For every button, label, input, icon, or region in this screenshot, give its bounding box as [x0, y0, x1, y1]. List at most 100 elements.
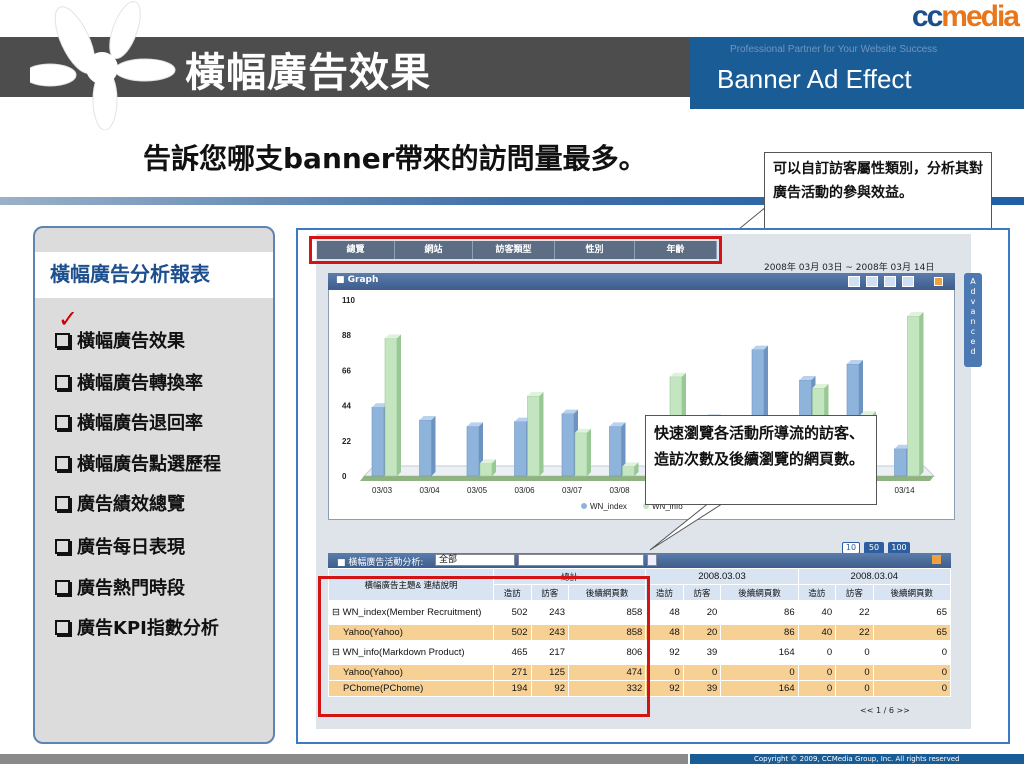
y-tick-label: 44: [342, 402, 351, 411]
bar-WN_index-03/08: [609, 426, 622, 477]
close-panel-icon[interactable]: [934, 277, 943, 286]
col-group-0304: 2008.03.04: [797, 568, 952, 585]
y-tick-label: 22: [342, 437, 351, 446]
tabs-highlight-box: [309, 236, 722, 264]
legend-label: WN_index: [590, 502, 627, 511]
col-header: 後續網頁數: [872, 584, 952, 601]
bar-WN_index-03/03: [371, 406, 385, 477]
bar-WN_index-03/14: [894, 448, 907, 477]
table-cell: 22: [835, 600, 874, 625]
legend-marker: [581, 503, 587, 509]
x-tick-label: 03/04: [420, 486, 441, 495]
table-cell: 40: [797, 624, 837, 641]
checkbox-icon: [55, 456, 70, 471]
table-cell: 22: [835, 624, 874, 641]
bar-WN_info-03/03: [384, 338, 398, 477]
bar-WN_info-03/06: [527, 395, 540, 477]
table-cell: 0: [720, 664, 799, 681]
sidebar-item-kpi-analysis[interactable]: 廣告KPI指數分析: [55, 614, 219, 640]
checkbox-icon: [55, 539, 70, 554]
bar-WN_index-03/05: [466, 426, 480, 477]
table-cell: 0: [797, 680, 837, 697]
ccmedia-logo: ccmedia: [911, 0, 1020, 33]
graph-header: [328, 273, 955, 290]
sidebar-panel: [33, 226, 275, 744]
tagline: Professional Partner for Your Website Su…: [730, 44, 938, 55]
y-tick-label: 110: [342, 296, 355, 305]
table-cell: 0: [835, 680, 874, 697]
pager[interactable]: << 1 / 6 >>: [860, 706, 910, 715]
table-cell: 0: [872, 664, 952, 681]
y-tick-label: 66: [342, 366, 351, 375]
col-group-0303: 2008.03.03: [645, 568, 799, 585]
col-header: 造訪: [797, 584, 837, 601]
line-chart-icon[interactable]: [866, 276, 878, 287]
y-axis: 0 22 44 66 88 110: [342, 296, 355, 481]
flower-logo-icon: [30, 1, 176, 130]
checkbox-icon: [55, 580, 70, 595]
col-header: 造訪: [645, 584, 684, 601]
y-tick-label: 88: [342, 331, 351, 340]
callout-pointer-icon: [649, 501, 726, 551]
table-cell: 20: [682, 624, 722, 641]
table-cell: 65: [872, 624, 952, 641]
sidebar-item-click-path[interactable]: 橫幅廣告點選歷程: [55, 450, 221, 476]
filter-input[interactable]: [518, 554, 644, 566]
table-cell: 0: [682, 664, 722, 681]
table-cell: 20: [682, 600, 722, 625]
bar-WN_index-03/04: [419, 419, 432, 477]
table-cell: 164: [720, 640, 799, 665]
bar-side: [919, 312, 924, 476]
bar-WN_index-03/07: [561, 413, 575, 477]
table-cell: 39: [682, 680, 722, 697]
table-cell: 0: [797, 640, 837, 665]
footer-bar: [0, 754, 688, 764]
x-tick-label: 03/08: [610, 486, 631, 495]
sidebar-item-daily-performance[interactable]: 廣告每日表現: [55, 533, 185, 559]
col-header: 後續網頁數: [720, 584, 799, 601]
slide-subtitle: 告訴您哪支banner帶來的訪問量最多。: [143, 142, 647, 175]
table-cell: 48: [645, 624, 684, 641]
filter-button[interactable]: [647, 554, 657, 566]
bar-side: [431, 416, 436, 476]
table-highlight-box: [318, 576, 650, 717]
checkbox-icon: [55, 620, 70, 635]
sidebar-item-bounce-rate[interactable]: 橫幅廣告退回率: [55, 409, 203, 435]
advanced-tab[interactable]: Advanced: [964, 273, 982, 367]
graph-label: ■ Graph: [336, 275, 379, 285]
sidebar-item-peak-hours[interactable]: 廣告熱門時段: [55, 574, 185, 600]
table-cell: 86: [720, 600, 799, 625]
bar-WN_index-03/06: [514, 421, 527, 477]
sidebar-item-performance-overview[interactable]: 廣告績效總覽: [55, 490, 185, 516]
export-icon[interactable]: [902, 276, 914, 287]
callout-middle: 快速瀏覽各活動所導流的訪客、造訪次數及後續瀏覽的網頁數。: [645, 415, 877, 505]
sidebar-item-conversion-rate[interactable]: 橫幅廣告轉換率: [55, 369, 203, 395]
filter-label: ■ 橫幅廣告活動分析:: [337, 558, 424, 568]
checkbox-icon: [55, 496, 70, 511]
bar-WN_info-03/07: [574, 432, 588, 477]
x-tick-label: 03/14: [895, 486, 916, 495]
x-tick-label: 03/05: [467, 486, 488, 495]
table-cell: 0: [797, 664, 837, 681]
table-cell: 39: [682, 640, 722, 665]
checkbox-icon: [55, 333, 70, 348]
english-title: Banner Ad Effect: [717, 64, 912, 94]
bar-WN_info-03/14: [907, 315, 920, 477]
date-range[interactable]: 2008年 03月 03日 ~ 2008年 03月 14日: [764, 260, 934, 273]
sidebar-title: 橫幅廣告分析報表: [50, 262, 210, 286]
bar-side: [587, 428, 591, 476]
table-cell: 164: [720, 680, 799, 697]
table-cell: 48: [645, 600, 684, 625]
bar-side: [397, 334, 401, 476]
x-tick-label: 03/07: [562, 486, 583, 495]
close-panel-icon[interactable]: [932, 555, 941, 564]
filter-select[interactable]: 全部: [435, 554, 515, 566]
table-cell: 92: [645, 680, 684, 697]
table-cell: 92: [645, 640, 684, 665]
table-cell: 65: [872, 600, 952, 625]
bar-chart-icon[interactable]: [884, 276, 896, 287]
sidebar-item-banner-effect[interactable]: 橫幅廣告效果: [55, 327, 185, 353]
col-header: 訪客: [835, 584, 874, 601]
table-cell: 40: [797, 600, 837, 625]
area-chart-icon[interactable]: [848, 276, 860, 287]
